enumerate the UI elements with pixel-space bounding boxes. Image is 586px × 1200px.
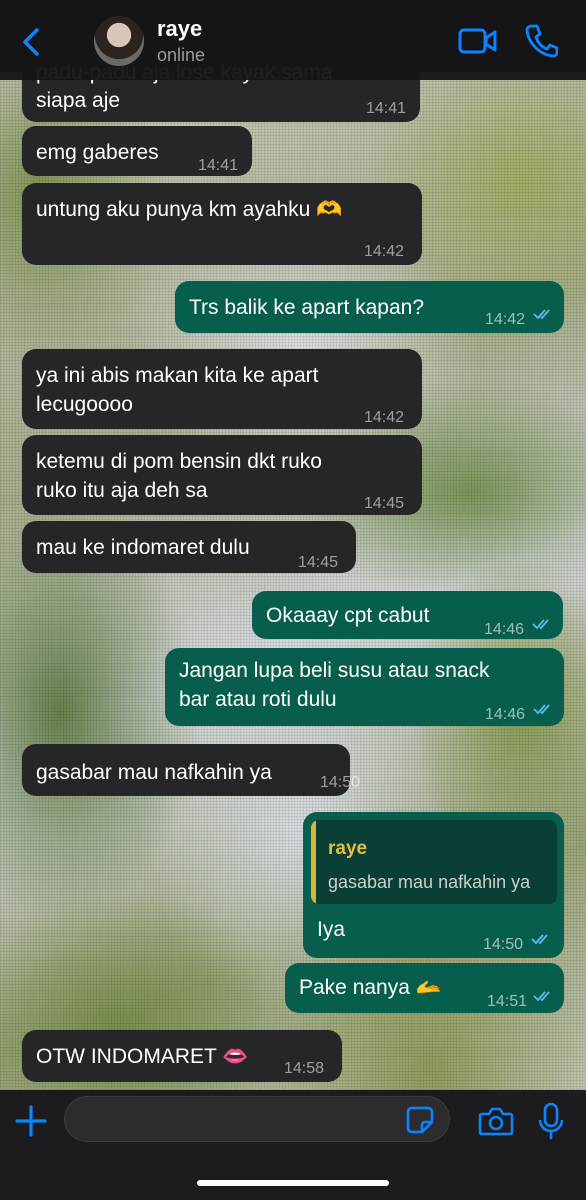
message-text: lecugoooo	[36, 393, 133, 416]
message-text: ya ini abis makan kita ke apart	[36, 364, 319, 387]
message-text: Iya	[317, 918, 346, 941]
message-text: ruko itu aja deh sa	[36, 479, 208, 502]
video-call-icon	[458, 28, 497, 54]
message-text: untung aku punya km ayahku 🫶	[36, 198, 343, 221]
message-text: Jangan lupa beli susu atau snack	[179, 659, 490, 682]
message-bubble[interactable]: ya ini abis makan kita ke apart lecugooo…	[22, 349, 422, 429]
composer-bar	[0, 1090, 586, 1200]
chat-header: raye online	[0, 0, 586, 80]
voice-call-button[interactable]	[524, 22, 558, 58]
message-bubble[interactable]: Okaaay cpt cabut 14:46	[252, 591, 563, 639]
message-time: 14:42	[364, 243, 405, 260]
message-time: 14:50	[483, 936, 524, 953]
message-bubble[interactable]: OTW INDOMARET 👄 14:58	[22, 1030, 342, 1082]
attach-button[interactable]	[14, 1104, 48, 1138]
contact-name[interactable]: raye	[157, 16, 202, 42]
camera-button[interactable]	[478, 1106, 514, 1136]
plus-icon	[15, 1105, 47, 1137]
back-icon	[23, 28, 39, 56]
message-input[interactable]	[64, 1096, 450, 1142]
message-bubble[interactable]: mau ke indomaret dulu 14:45	[22, 521, 356, 573]
phone-icon	[525, 24, 558, 58]
message-bubble[interactable]: Jangan lupa beli susu atau snack bar ata…	[165, 648, 564, 726]
message-text: mau ke indomaret dulu	[36, 536, 250, 559]
message-bubble[interactable]: ketemu di pom bensin dkt ruko ruko itu a…	[22, 435, 422, 515]
message-bubble[interactable]: raye gasabar mau nafkahin ya Iya 14:50	[303, 812, 564, 958]
message-time: 14:46	[485, 706, 526, 723]
message-time: 14:41	[366, 100, 407, 117]
message-text: bar atau roti dulu	[179, 688, 337, 711]
message-bubble[interactable]: emg gaberes 14:41	[22, 126, 252, 176]
microphone-icon	[538, 1102, 564, 1140]
message-bubble[interactable]: Trs balik ke apart kapan? 14:42	[175, 281, 564, 333]
quoted-text: gasabar mau nafkahin ya	[328, 872, 531, 892]
contact-status: online	[157, 45, 206, 65]
message-time: 14:45	[364, 495, 405, 512]
message-bubble[interactable]: Pake nanya 🫴 14:51	[285, 963, 564, 1013]
message-text: siapa aje	[36, 89, 121, 112]
camera-icon	[478, 1107, 514, 1136]
message-text: Pake nanya 🫴	[299, 976, 442, 999]
message-text: Trs balik ke apart kapan?	[189, 296, 425, 319]
quote-accent-bar	[311, 820, 316, 904]
message-time: 14:58	[284, 1060, 325, 1077]
home-indicator	[197, 1180, 389, 1186]
read-ticks-icon	[533, 991, 550, 1002]
message-time: 14:41	[198, 157, 239, 174]
message-text: emg gaberes	[36, 141, 159, 164]
sticker-icon	[406, 1106, 434, 1134]
read-ticks-icon	[531, 934, 548, 945]
microphone-button[interactable]	[538, 1102, 564, 1140]
back-button[interactable]	[18, 24, 48, 60]
read-ticks-icon	[533, 704, 550, 715]
contact-avatar[interactable]	[94, 16, 144, 66]
read-ticks-icon	[533, 309, 550, 320]
message-time: 14:42	[364, 409, 405, 426]
message-bubble[interactable]: untung aku punya km ayahku 🫶 14:42	[22, 183, 422, 265]
message-text: ketemu di pom bensin dkt ruko	[36, 450, 322, 473]
message-time: 14:45	[298, 554, 339, 571]
video-call-button[interactable]	[458, 27, 498, 55]
quoted-sender: raye	[328, 838, 368, 859]
message-time: 14:42	[485, 311, 526, 328]
message-time: 14:51	[487, 993, 528, 1010]
message-time: 14:46	[484, 621, 525, 638]
read-ticks-icon	[532, 619, 549, 630]
message-text: OTW INDOMARET 👄	[36, 1045, 249, 1068]
message-bubble[interactable]: gasabar mau nafkahin ya 14:50	[22, 744, 360, 796]
sticker-button[interactable]	[406, 1106, 434, 1134]
message-time: 14:50	[320, 774, 361, 791]
message-text: Okaaay cpt cabut	[266, 604, 430, 627]
quoted-reply[interactable]: raye gasabar mau nafkahin ya	[311, 820, 557, 904]
message-text: gasabar mau nafkahin ya	[36, 761, 272, 784]
